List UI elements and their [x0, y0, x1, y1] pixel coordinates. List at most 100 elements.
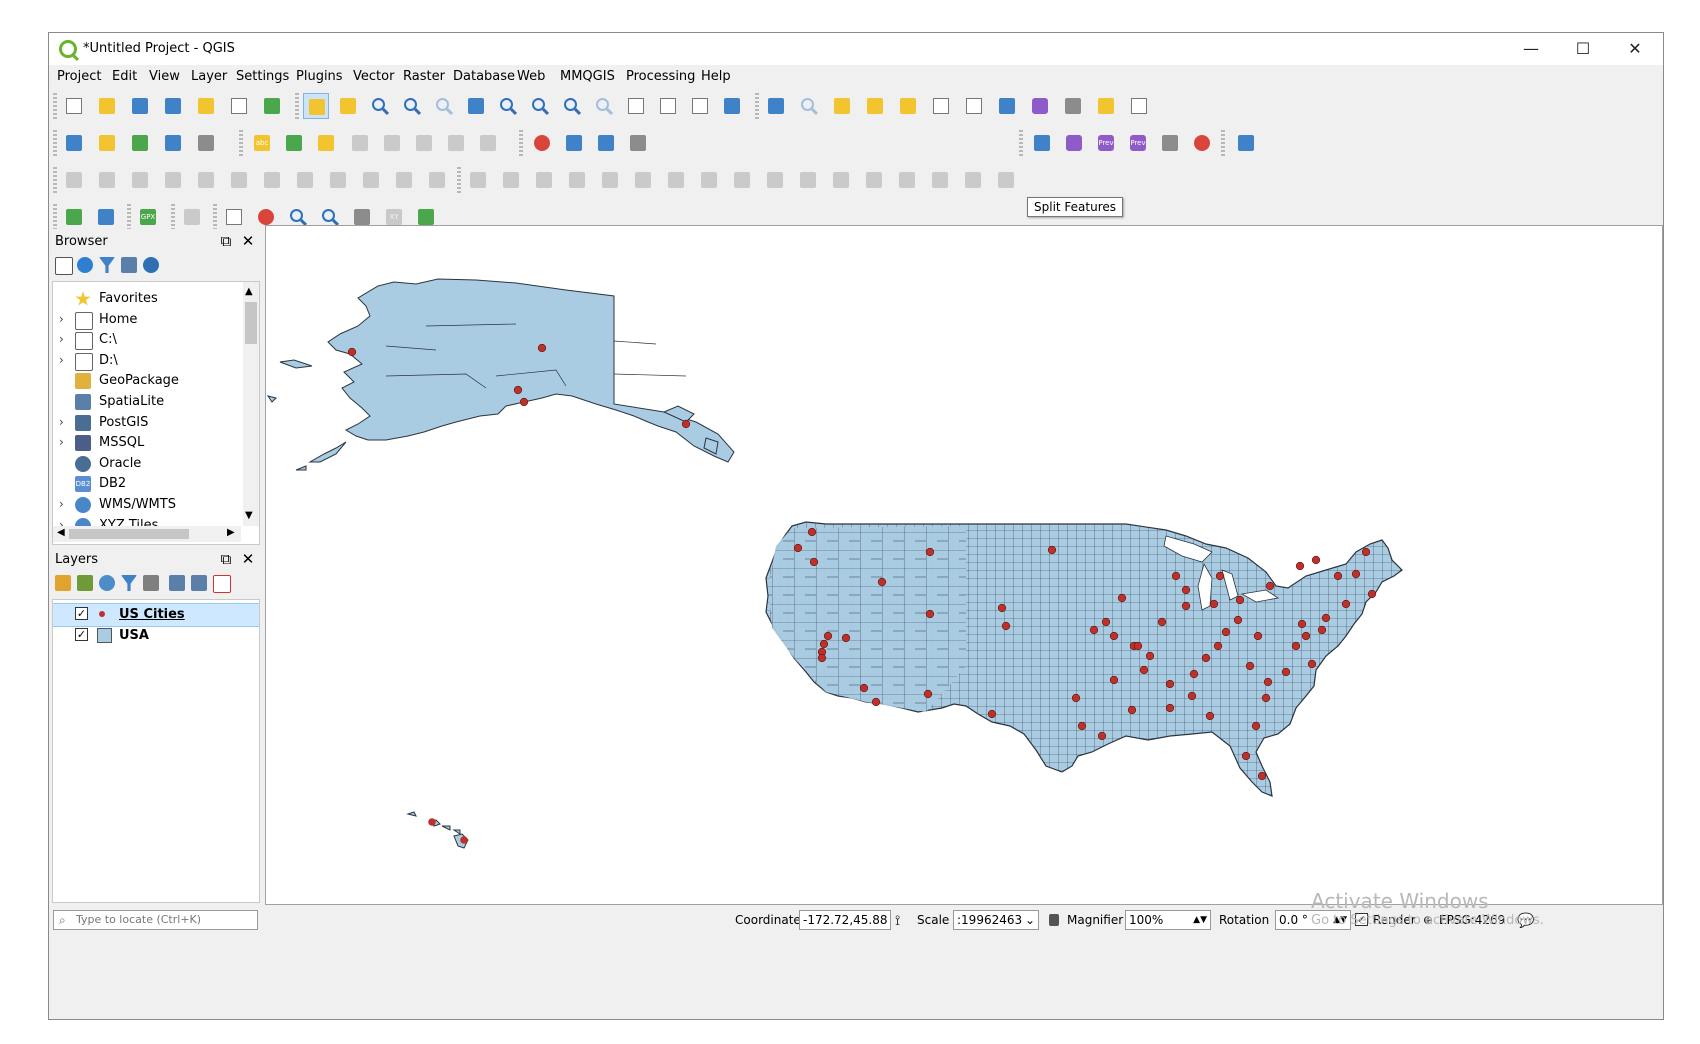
rotate-point-symbols-button[interactable] [927, 167, 953, 193]
show-bookmarks-button[interactable] [655, 93, 681, 119]
offset-curve-button[interactable] [729, 167, 755, 193]
reshape-button[interactable] [696, 167, 722, 193]
geotag-photos-button[interactable] [221, 204, 247, 230]
layer-item[interactable]: ✓ USA [53, 625, 259, 647]
map-tips-button[interactable] [1093, 93, 1119, 119]
zoom-out-button[interactable] [399, 93, 425, 119]
float-panel-icon[interactable]: ⧉ [217, 232, 235, 250]
city-point[interactable] [1117, 593, 1127, 603]
city-point[interactable] [347, 347, 357, 357]
toolbar-grip[interactable] [457, 167, 461, 193]
processing-history-button[interactable] [1061, 130, 1087, 156]
browser-item[interactable]: › MSSQL [53, 432, 259, 454]
city-point[interactable] [1101, 617, 1111, 627]
gps-toolbar-button[interactable] [529, 130, 555, 156]
city-point[interactable] [823, 631, 833, 641]
city-point[interactable] [1367, 589, 1377, 599]
toolbar-grip[interactable] [239, 130, 243, 156]
scale-combobox[interactable]: :19962463 ⌄ [953, 910, 1039, 930]
browser-vertical-scrollbar[interactable]: ▲ ▼ [243, 282, 259, 526]
copy-features-button[interactable] [325, 167, 351, 193]
circular-string-button[interactable] [498, 167, 524, 193]
city-point[interactable] [1181, 601, 1191, 611]
menu-raster[interactable]: Raster [403, 69, 445, 84]
new-project-button[interactable] [61, 93, 87, 119]
toolbar-grip[interactable] [53, 130, 57, 156]
geocode-button[interactable] [625, 130, 651, 156]
hawaii-islands[interactable] [406, 811, 469, 849]
chevron-right-icon[interactable]: › [59, 353, 64, 367]
current-edits-button[interactable] [61, 167, 87, 193]
refresh-button[interactable] [719, 93, 745, 119]
data-source-manager-button[interactable] [61, 130, 87, 156]
redo-button[interactable] [424, 167, 450, 193]
city-point[interactable] [859, 683, 869, 693]
city-point[interactable] [1317, 625, 1327, 635]
collapse-all-icon[interactable] [191, 575, 207, 591]
paste-features-button[interactable] [358, 167, 384, 193]
city-point[interactable] [1133, 641, 1143, 651]
selection-toolbar-button[interactable] [895, 93, 921, 119]
toolbar-grip[interactable] [519, 130, 523, 156]
city-point[interactable] [1165, 679, 1175, 689]
menu-layer[interactable]: Layer [191, 69, 227, 84]
menu-settings[interactable]: Settings [236, 69, 289, 84]
toggle-editing-button[interactable] [94, 167, 120, 193]
zoom-next-button[interactable] [591, 93, 617, 119]
city-point[interactable] [819, 639, 829, 649]
remove-layer-icon[interactable] [213, 575, 231, 593]
move-label-button[interactable] [411, 130, 437, 156]
browser-item[interactable]: DB2 DB2 [53, 473, 259, 495]
layer-visibility-checkbox[interactable]: ✓ [75, 607, 88, 620]
browser-item[interactable]: SpatiaLite [53, 391, 259, 413]
merge-features-button[interactable] [894, 167, 920, 193]
zoom-last-button[interactable] [559, 93, 585, 119]
city-point[interactable] [1187, 691, 1197, 701]
temporal-button[interactable] [687, 93, 713, 119]
city-point[interactable] [1233, 615, 1243, 625]
preview-inter-button[interactable]: Prev Inter [1093, 130, 1119, 156]
add-point-feature-button[interactable] [160, 167, 186, 193]
georeferencer-button[interactable] [61, 204, 87, 230]
city-point[interactable] [997, 603, 1007, 613]
properties-info-icon[interactable] [143, 257, 159, 273]
menu-vector[interactable]: Vector [353, 69, 394, 84]
city-point[interactable] [1071, 693, 1081, 703]
city-point[interactable] [1089, 625, 1099, 635]
browser-item[interactable]: › Home [53, 309, 259, 331]
menu-project[interactable]: Project [57, 69, 101, 84]
filter-legend-icon[interactable] [121, 575, 137, 591]
add-group-icon[interactable] [77, 575, 93, 591]
toolbar-grip[interactable] [213, 204, 217, 230]
city-point[interactable] [1145, 651, 1155, 661]
show-labels-button[interactable] [379, 130, 405, 156]
close-panel-icon[interactable]: ✕ [239, 232, 257, 250]
city-point[interactable] [1245, 661, 1255, 671]
rotate-label-button[interactable] [443, 130, 469, 156]
city-point[interactable] [1205, 711, 1215, 721]
menu-help[interactable]: Help [701, 69, 731, 84]
coordinate-field[interactable]: -172.72,45.88 [799, 910, 891, 930]
simplify-button[interactable] [762, 167, 788, 193]
city-point[interactable] [1189, 669, 1199, 679]
chevron-right-icon[interactable]: › [59, 415, 64, 429]
layer-diagram-button[interactable] [313, 130, 339, 156]
browser-item[interactable]: › C:\ [53, 329, 259, 351]
city-point[interactable] [1181, 585, 1191, 595]
change-label-button[interactable] [475, 130, 501, 156]
label-tool-button[interactable]: abc [249, 130, 275, 156]
browser-item[interactable]: › WMS/WMTS [53, 494, 259, 516]
field-calculator-button[interactable] [961, 93, 987, 119]
map-canvas[interactable] [265, 225, 1663, 905]
city-point[interactable] [1235, 595, 1245, 605]
wms-layer-button[interactable] [561, 130, 587, 156]
add-ring-button[interactable] [531, 167, 557, 193]
zoom-layer-button[interactable] [527, 93, 553, 119]
add-selected-layers-icon[interactable] [55, 257, 73, 275]
pan-to-selection-button[interactable] [335, 93, 361, 119]
zoom-native-button[interactable] [431, 93, 457, 119]
city-point[interactable] [1109, 675, 1119, 685]
city-point[interactable] [807, 527, 817, 537]
new-geopackage-button[interactable] [94, 130, 120, 156]
filter-expression-icon[interactable] [143, 575, 159, 591]
